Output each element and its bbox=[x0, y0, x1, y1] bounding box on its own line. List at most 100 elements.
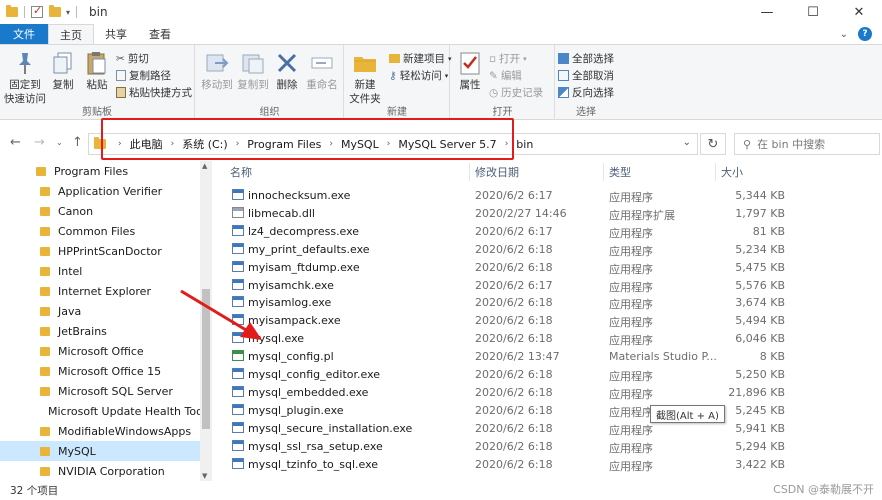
tree-item-program-files[interactable]: Program Files bbox=[0, 161, 200, 181]
copy-to-button[interactable]: 复制到 bbox=[236, 49, 270, 93]
file-row[interactable]: my_print_defaults.exe 2020/6/2 6:18 应用程序 5,… bbox=[212, 241, 882, 259]
exe-file-icon bbox=[232, 421, 244, 433]
tree-item-common-files[interactable]: Common Files bbox=[0, 221, 200, 241]
tree-item-microsoft-update-health-tools[interactable]: Microsoft Update Health Tools bbox=[0, 401, 212, 421]
file-row[interactable]: innochecksum.exe 2020/6/2 6:17 应用程序 5,344 K… bbox=[212, 187, 882, 205]
search-input[interactable]: ⚲ 在 bin 中搜索 bbox=[734, 133, 880, 155]
new-item-label: 新建项目 bbox=[403, 53, 445, 65]
file-row[interactable]: mysql_plugin.exe 2020/6/2 6:18 应用程序 5,245 K… bbox=[212, 402, 882, 420]
file-type: Materials Studio P... bbox=[609, 350, 717, 364]
tree-item-nvidia-corporation[interactable]: NVIDIA Corporation bbox=[0, 461, 200, 481]
file-row[interactable]: mysql_config_editor.exe 2020/6/2 6:18 应用程序… bbox=[212, 366, 882, 384]
tab-file[interactable]: 文件 bbox=[0, 24, 48, 44]
customize-toolbar-chevron-icon[interactable]: ▾ bbox=[66, 8, 70, 17]
tree-item-hpprintscandoctor[interactable]: HPPrintScanDoctor bbox=[0, 241, 200, 261]
tree-item-internet-explorer[interactable]: Internet Explorer bbox=[0, 281, 200, 301]
file-row[interactable]: myisamchk.exe 2020/6/2 6:17 应用程序 5,576 KB bbox=[212, 277, 882, 295]
chevron-down-icon[interactable]: ⌄ bbox=[840, 29, 848, 40]
tree-item-modifiablewindowsapps[interactable]: ModifiableWindowsApps bbox=[0, 421, 200, 441]
file-row[interactable]: mysql_secure_installation.exe 2020/6/2 6:… bbox=[212, 420, 882, 438]
select-none-button[interactable]: 全部取消 bbox=[558, 68, 614, 83]
file-row[interactable]: myisam_ftdump.exe 2020/6/2 6:18 应用程序 5,475 … bbox=[212, 259, 882, 277]
tree-item-jetbrains[interactable]: JetBrains bbox=[0, 321, 200, 341]
help-icon[interactable]: ? bbox=[858, 27, 872, 41]
properties-button[interactable]: 属性 bbox=[455, 49, 485, 93]
easy-access-button[interactable]: ⚷ 轻松访问 ▾ bbox=[389, 68, 448, 83]
tab-share[interactable]: 共享 bbox=[94, 24, 138, 44]
tree-item-microsoft-office-15[interactable]: Microsoft Office 15 bbox=[0, 361, 200, 381]
chevron-down-icon: ▾ bbox=[523, 54, 527, 63]
file-size: 3,674 KB bbox=[735, 296, 785, 310]
tree-item-canon[interactable]: Canon bbox=[0, 201, 200, 221]
file-type: 应用程序 bbox=[609, 298, 653, 312]
copy-path-button[interactable]: 复制路径 bbox=[116, 68, 171, 83]
paste-shortcut-button[interactable]: 粘贴快捷方式 bbox=[116, 85, 192, 100]
scroll-down-icon[interactable]: ▼ bbox=[202, 472, 207, 480]
history-button[interactable]: ◷ 历史记录 bbox=[489, 85, 543, 100]
file-row[interactable]: mysql_config.pl 2020/6/2 13:47 Materials S… bbox=[212, 348, 882, 366]
file-row[interactable]: mysql_embedded.exe 2020/6/2 6:18 应用程序 21,89… bbox=[212, 384, 882, 402]
move-to-button[interactable]: 移动到 bbox=[200, 49, 234, 93]
refresh-button[interactable]: ↻ bbox=[700, 133, 726, 155]
tree-item-java[interactable]: Java bbox=[0, 301, 200, 321]
new-folder-button[interactable]: 新建 文件夹 bbox=[347, 49, 383, 106]
properties-quick-icon[interactable] bbox=[31, 4, 43, 18]
recent-locations-chevron-icon[interactable]: ⌄ bbox=[56, 138, 63, 147]
tree-scrollbar[interactable]: ▲ ▼ bbox=[200, 161, 212, 481]
cut-button[interactable]: ✂ 剪切 bbox=[116, 51, 149, 66]
file-date: 2020/6/2 6:17 bbox=[475, 189, 553, 202]
forward-arrow-icon[interactable]: → bbox=[34, 135, 45, 150]
select-all-button[interactable]: 全部选择 bbox=[558, 51, 614, 66]
tab-view[interactable]: 查看 bbox=[138, 24, 182, 44]
tree-item-label: Microsoft Office 15 bbox=[58, 364, 162, 378]
exe-file-icon bbox=[232, 385, 244, 397]
clipboard-group-label: 剪贴板 bbox=[82, 107, 112, 118]
tree-item-label: Application Verifier bbox=[58, 184, 163, 198]
folder-icon bbox=[40, 386, 50, 396]
copy-button[interactable]: 复制 bbox=[50, 49, 76, 93]
open-button[interactable]: ▫ 打开 ▾ bbox=[489, 51, 527, 66]
tree-item-intel[interactable]: Intel bbox=[0, 261, 200, 281]
file-row[interactable]: myisamlog.exe 2020/6/2 6:18 应用程序 3,674 KB bbox=[212, 294, 882, 312]
file-size: 5,250 KB bbox=[735, 368, 785, 381]
minimize-button[interactable]: — bbox=[744, 0, 790, 24]
column-header-name[interactable]: 名称 bbox=[230, 161, 252, 183]
new-item-button[interactable]: 新建项目 ▾ bbox=[389, 51, 452, 66]
rename-button[interactable]: 重命名 bbox=[304, 49, 340, 93]
tree-item-microsoft-sql-server[interactable]: Microsoft SQL Server bbox=[0, 381, 200, 401]
tree-item-mysql[interactable]: MySQL bbox=[0, 441, 200, 461]
back-arrow-icon[interactable]: ← bbox=[10, 135, 21, 150]
file-row[interactable]: myisampack.exe 2020/6/2 6:18 应用程序 5,494 KB bbox=[212, 312, 882, 330]
file-row[interactable]: mysql_tzinfo_to_sql.exe 2020/6/2 6:18 应用程序… bbox=[212, 456, 882, 474]
file-row[interactable]: mysql_ssl_rsa_setup.exe 2020/6/2 6:18 应用程序… bbox=[212, 438, 882, 456]
file-row[interactable]: libmecab.dll 2020/2/27 14:46 应用程序扩展 1,797 K… bbox=[212, 205, 882, 223]
invert-selection-button[interactable]: 反向选择 bbox=[558, 85, 614, 100]
maximize-button[interactable]: ☐ bbox=[790, 0, 836, 24]
edit-label: 编辑 bbox=[500, 70, 522, 82]
address-dropdown-chevron-icon[interactable]: ⌄ bbox=[683, 137, 691, 148]
pin-quick-access-button[interactable]: 固定到 快速访问 bbox=[4, 49, 46, 106]
paste-button[interactable]: 粘贴 bbox=[84, 49, 110, 93]
column-header-date[interactable]: 修改日期 bbox=[475, 161, 519, 183]
column-divider[interactable] bbox=[603, 163, 604, 181]
close-button[interactable]: ✕ bbox=[836, 0, 882, 24]
copy-to-label: 复制到 bbox=[237, 79, 269, 91]
new-folder-quick-icon[interactable] bbox=[49, 5, 61, 17]
file-row[interactable]: mysql.exe 2020/6/2 6:18 应用程序 6,046 KB bbox=[212, 330, 882, 348]
column-divider[interactable] bbox=[469, 163, 470, 181]
file-row[interactable]: lz4_decompress.exe 2020/6/2 6:17 应用程序 81 KB bbox=[212, 223, 882, 241]
scroll-up-icon[interactable]: ▲ bbox=[202, 162, 207, 170]
tree-scroll-thumb[interactable] bbox=[202, 289, 210, 429]
open-icon: ▫ bbox=[489, 52, 497, 65]
column-divider[interactable] bbox=[715, 163, 716, 181]
file-name: libmecab.dll bbox=[248, 206, 315, 220]
column-header-size[interactable]: 大小 bbox=[721, 161, 743, 183]
breadcrumb-bin[interactable]: bin bbox=[516, 138, 533, 151]
column-header-type[interactable]: 类型 bbox=[609, 161, 631, 183]
tree-item-microsoft-office[interactable]: Microsoft Office bbox=[0, 341, 200, 361]
tree-item-application-verifier[interactable]: Application Verifier bbox=[0, 181, 200, 201]
tab-home[interactable]: 主页 bbox=[48, 24, 94, 44]
delete-button[interactable]: 删除 bbox=[274, 49, 300, 93]
edit-button[interactable]: ✎ 编辑 bbox=[489, 68, 522, 83]
up-arrow-icon[interactable]: ↑ bbox=[72, 135, 83, 150]
